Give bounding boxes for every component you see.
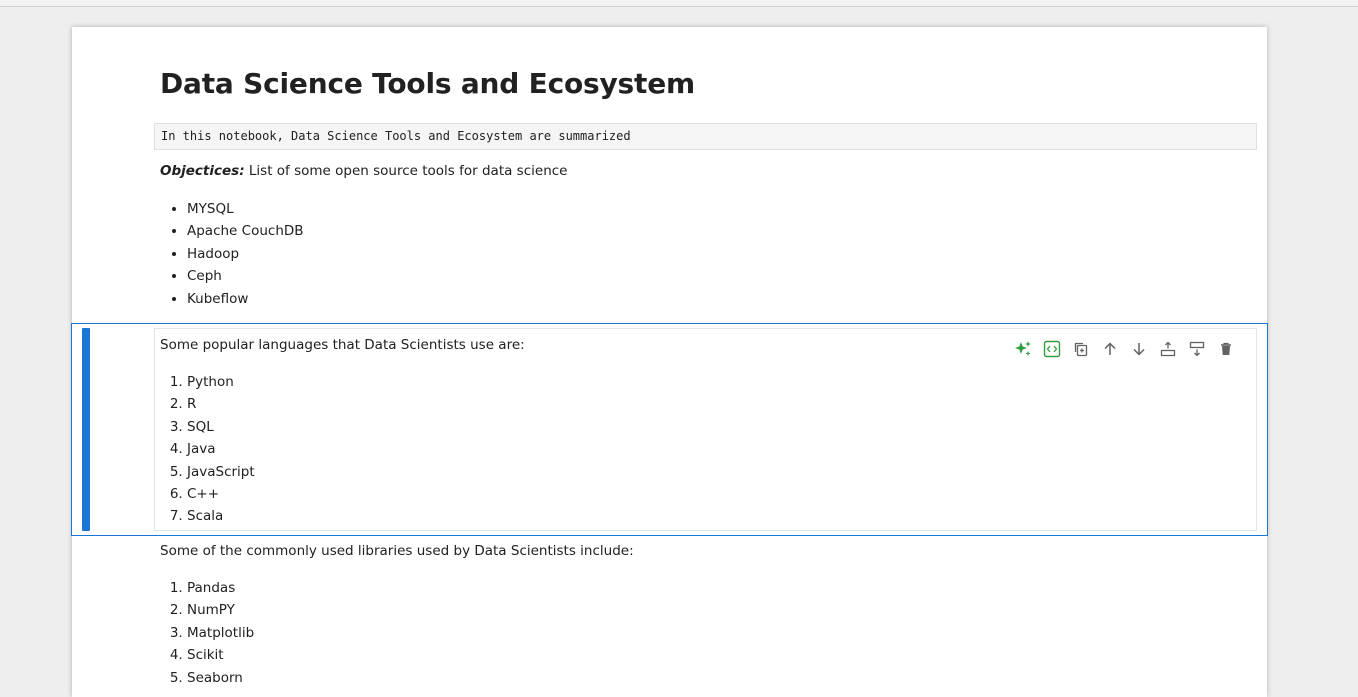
list-item: Matplotlib (187, 622, 254, 644)
cell-collapse-bar[interactable] (82, 328, 90, 531)
move-up-button[interactable] (1095, 337, 1124, 361)
list-item: NumPY (187, 599, 254, 621)
list-item: JavaScript (187, 461, 255, 483)
list-item: Python (187, 371, 255, 393)
duplicate-cell-button[interactable] (1066, 337, 1095, 361)
move-down-button[interactable] (1124, 337, 1153, 361)
list-item: Apache CouchDB (187, 220, 304, 242)
arrow-up-icon (1103, 342, 1116, 355)
cell-toolbar (1008, 337, 1240, 361)
notebook-panel: Data Science Tools and Ecosystem In this… (71, 27, 1268, 697)
duplicate-icon (1074, 342, 1087, 357)
page-title: Data Science Tools and Ecosystem (160, 67, 695, 100)
list-item: Pandas (187, 577, 254, 599)
trash-icon (1220, 342, 1231, 355)
objectives-label: Objectices: (160, 163, 245, 179)
list-item: Scikit (187, 644, 254, 666)
languages-intro: Some popular languages that Data Scienti… (160, 337, 525, 353)
sparkle-icon (1014, 341, 1031, 356)
list-item: SQL (187, 416, 255, 438)
insert-below-icon (1189, 341, 1204, 357)
top-bar (0, 0, 1358, 7)
toggle-cell-type-button[interactable] (1037, 337, 1066, 361)
insert-cell-below-button[interactable] (1182, 337, 1211, 361)
libraries-list: Pandas NumPY Matplotlib Scikit Seaborn (187, 577, 254, 689)
list-item: Hadoop (187, 243, 304, 265)
active-markdown-cell[interactable]: Some popular languages that Data Scienti… (71, 323, 1268, 536)
list-item: Ceph (187, 265, 304, 287)
list-item: Kubeflow (187, 288, 304, 310)
objectives-text: List of some open source tools for data … (244, 163, 568, 179)
code-toggle-icon (1043, 340, 1060, 358)
code-cell[interactable]: In this notebook, Data Science Tools and… (154, 123, 1257, 150)
list-item: C++ (187, 483, 255, 505)
list-item: Scala (187, 505, 255, 527)
list-item: R (187, 393, 255, 415)
arrow-down-icon (1132, 343, 1145, 356)
objectives-paragraph: Objectices: List of some open source too… (160, 163, 567, 179)
code-cell-text: In this notebook, Data Science Tools and… (161, 129, 631, 143)
insert-cell-above-button[interactable] (1153, 337, 1182, 361)
libraries-intro: Some of the commonly used libraries used… (160, 543, 634, 559)
delete-cell-button[interactable] (1211, 337, 1240, 361)
list-item: Java (187, 438, 255, 460)
cell-body[interactable]: Some popular languages that Data Scienti… (154, 328, 1257, 531)
insert-above-icon (1160, 341, 1175, 357)
list-item: MYSQL (187, 198, 304, 220)
ai-assist-button[interactable] (1008, 337, 1037, 361)
tools-list: MYSQL Apache CouchDB Hadoop Ceph Kubeflo… (187, 198, 304, 310)
list-item: Seaborn (187, 667, 254, 689)
languages-list: Python R SQL Java JavaScript C++ Scala (187, 371, 255, 528)
